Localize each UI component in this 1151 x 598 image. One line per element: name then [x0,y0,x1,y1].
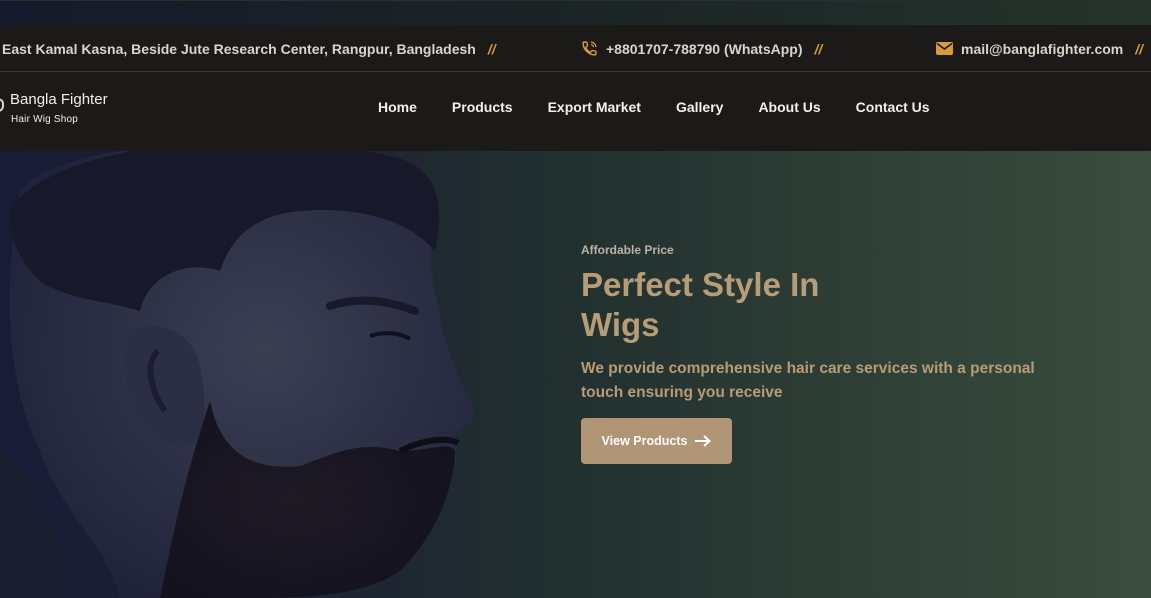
arrow-right-icon [695,435,712,447]
logo-name: Bangla Fighter [10,91,108,108]
nav-bar: Bangla Fighter Hair Wig Shop Home Produc… [0,72,1151,151]
nav-item-home[interactable]: Home [378,99,417,115]
separator: // [487,40,496,57]
address-item: East Kamal Kasna, Beside Jute Research C… [2,25,496,72]
address-text: East Kamal Kasna, Beside Jute Research C… [2,40,476,57]
separator: // [814,40,823,57]
nav-item-contact-us[interactable]: Contact Us [856,99,930,115]
envelope-icon [936,42,953,55]
phone-icon [581,40,598,57]
nav-item-gallery[interactable]: Gallery [676,99,723,115]
hero-description: We provide comprehensive hair care servi… [581,360,1035,401]
nav-item-products[interactable]: Products [452,99,513,115]
hero-man-image [0,151,474,598]
phone-item[interactable]: +8801707-788790 (WhatsApp) // [581,25,822,72]
logo-tagline: Hair Wig Shop [11,114,79,125]
nav-item-about-us[interactable]: About Us [758,99,820,115]
phone-text[interactable]: +8801707-788790 (WhatsApp) [606,41,803,57]
view-products-button[interactable]: View Products [581,418,732,464]
view-products-label: View Products [601,434,688,448]
logo-mark-icon [0,98,4,112]
separator: // [1135,40,1144,57]
main-nav: Home Products Export Market Gallery Abou… [378,72,965,142]
info-bar: East Kamal Kasna, Beside Jute Research C… [0,25,1151,72]
hero-section: Affordable Price Perfect Style In Wigs W… [0,151,1151,598]
email-text[interactable]: mail@banglafighter.com [961,41,1123,57]
top-strip [0,0,1151,25]
email-item[interactable]: mail@banglafighter.com // [936,25,1143,72]
nav-item-export-market[interactable]: Export Market [548,99,641,115]
hero-eyebrow: Affordable Price [581,243,674,257]
hero-title: Perfect Style In Wigs [581,266,820,343]
